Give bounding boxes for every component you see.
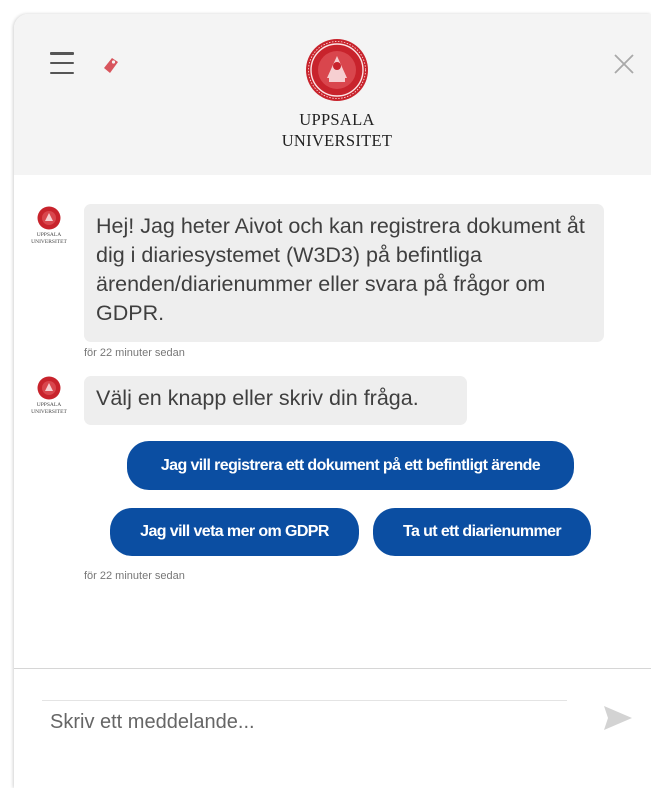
close-icon[interactable]	[612, 52, 636, 76]
composer-divider	[14, 668, 651, 669]
page-background	[0, 0, 14, 788]
quick-reply-diary-number-button[interactable]: Ta ut ett diarienummer	[373, 508, 591, 556]
avatar-seal-icon	[37, 206, 61, 230]
bot-message-bubble: Hej! Jag heter Aivot och kan registrera …	[84, 204, 604, 342]
university-seal-logo	[306, 39, 368, 101]
menu-button[interactable]	[50, 52, 74, 74]
hamburger-icon	[50, 52, 74, 55]
quick-reply-gdpr-button[interactable]: Jag vill veta mer om GDPR	[110, 508, 359, 556]
logo-line-1: UPPSALA	[299, 110, 375, 129]
logo-line-2: UNIVERSITET	[281, 131, 393, 150]
chat-header: UPPSALA UNIVERSITET	[14, 14, 651, 175]
quick-reply-register-document-button[interactable]: Jag vill registrera ett dokument på ett …	[127, 441, 574, 490]
send-icon[interactable]	[602, 704, 634, 732]
message-input[interactable]	[42, 702, 567, 742]
university-wordmark: UPPSALA UNIVERSITET	[232, 109, 442, 151]
message-timestamp: för 22 minuter sedan	[84, 570, 185, 582]
bot-avatar: UPPSALA UNIVERSITET	[30, 376, 68, 422]
tag-icon[interactable]	[100, 54, 122, 76]
bot-message-bubble: Välj en knapp eller skriv din fråga.	[84, 376, 467, 425]
avatar-seal-icon	[37, 376, 61, 400]
message-timestamp: för 22 minuter sedan	[84, 347, 185, 359]
avatar-caption: UPPSALA UNIVERSITET	[31, 402, 67, 415]
input-top-border	[42, 700, 567, 701]
bot-avatar: UPPSALA UNIVERSITET	[30, 206, 68, 252]
avatar-caption: UPPSALA UNIVERSITET	[31, 232, 67, 245]
chat-widget: UPPSALA UNIVERSITET UPPSALA UNIVERSITET …	[14, 14, 651, 788]
